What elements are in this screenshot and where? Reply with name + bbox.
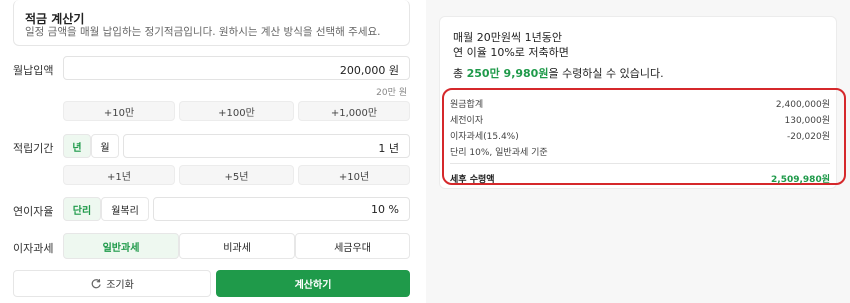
- summary-line-3: 총 250만 9,980원을 수령하실 수 있습니다.: [453, 65, 664, 81]
- refresh-icon: [90, 278, 102, 290]
- pretax-interest-value: 130,000원: [784, 115, 831, 126]
- detail-row-after-tax: 세후 수령액 2,509,980원: [450, 170, 830, 186]
- detail-row-pretax-interest: 세전이자 130,000원: [450, 111, 830, 127]
- calculate-label: 계산하기: [294, 280, 332, 291]
- calculation-basis-text: 단리 10%, 일반과세 기준: [450, 147, 548, 158]
- add-100man-button[interactable]: +100만: [179, 101, 294, 121]
- calculator-header: 적금 계산기 일정 금액을 매월 납입하는 정기적금입니다. 원하시는 계산 방…: [13, 0, 410, 46]
- principal-label: 원금합계: [450, 99, 484, 110]
- monthly-label: 월납입액: [13, 64, 54, 77]
- tax-option-taxfree[interactable]: 비과세: [179, 233, 295, 259]
- interest-tax-label: 이자과세(15.4%): [450, 131, 519, 142]
- detail-row-principal: 원금합계 2,400,000원: [450, 95, 830, 111]
- summary-amount: 250만 9,980원: [466, 67, 549, 80]
- principal-value: 2,400,000원: [775, 99, 830, 110]
- add-1year-button[interactable]: +1년: [63, 165, 175, 185]
- add-10year-button[interactable]: +10년: [298, 165, 410, 185]
- page-description: 일정 금액을 매월 납입하는 정기적금입니다. 원하시는 계산 방식을 선택해 …: [25, 26, 381, 38]
- details-divider: [450, 163, 830, 164]
- calculate-button[interactable]: 계산하기: [216, 270, 410, 297]
- tax-option-general[interactable]: 일반과세: [63, 233, 179, 259]
- tax-option-preferential[interactable]: 세금우대: [295, 233, 410, 259]
- summary-suffix: 을 수령하실 수 있습니다.: [548, 67, 664, 80]
- reset-label: 조기화: [106, 280, 134, 291]
- monthly-input[interactable]: 200,000 원: [63, 56, 410, 80]
- rate-label: 연이자율: [13, 205, 54, 218]
- add-10man-button[interactable]: +10만: [63, 101, 175, 121]
- tab-compound-monthly[interactable]: 월복리: [101, 197, 149, 221]
- calculation-basis: 단리 10%, 일반과세 기준: [450, 143, 830, 159]
- period-input[interactable]: 1 년: [123, 134, 410, 158]
- monthly-hint: 20만 원: [376, 88, 407, 98]
- monthly-value: 200,000 원: [339, 64, 399, 77]
- tab-month[interactable]: 월: [91, 134, 119, 158]
- result-panel: 매월 20만원씩 1년동안 연 이율 10%로 저축하면 총 250만 9,98…: [439, 16, 846, 189]
- pretax-interest-label: 세전이자: [450, 115, 484, 126]
- tax-label: 이자과세: [13, 242, 54, 255]
- period-label: 적립기간: [13, 142, 54, 155]
- summary-line-1: 매월 20만원씩 1년동안: [453, 31, 562, 44]
- tab-year[interactable]: 년: [63, 134, 91, 158]
- summary-prefix: 총: [453, 67, 467, 80]
- add-1000man-button[interactable]: +1,000만: [298, 101, 410, 121]
- period-unit-tabs: 년 월: [63, 134, 123, 158]
- add-5year-button[interactable]: +5년: [179, 165, 294, 185]
- details-section: 원금합계 2,400,000원 세전이자 130,000원 이자과세(15.4%…: [450, 95, 830, 186]
- after-tax-label: 세후 수령액: [450, 174, 495, 185]
- rate-input[interactable]: 10 %: [153, 197, 410, 221]
- tab-simple-interest[interactable]: 단리: [63, 197, 101, 221]
- reset-button[interactable]: 조기화: [13, 270, 211, 297]
- period-value: 1 년: [378, 142, 399, 155]
- summary-line-2: 연 이율 10%로 저축하면: [453, 46, 569, 59]
- after-tax-value: 2,509,980원: [771, 174, 830, 185]
- rate-value: 10 %: [371, 203, 399, 216]
- rate-type-tabs: 단리 월복리: [63, 197, 153, 221]
- interest-tax-value: -20,020원: [786, 131, 830, 142]
- tax-options: 일반과세 비과세 세금우대: [63, 233, 410, 259]
- detail-row-interest-tax: 이자과세(15.4%) -20,020원: [450, 127, 830, 143]
